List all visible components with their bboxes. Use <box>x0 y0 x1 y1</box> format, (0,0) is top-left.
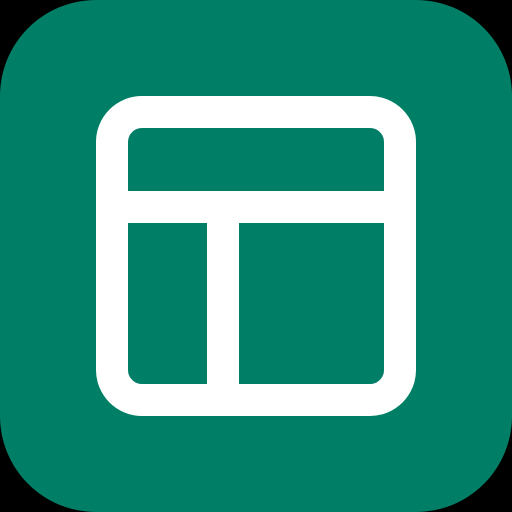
layout-dashboard-icon <box>96 96 416 416</box>
app-icon-tile[interactable] <box>0 0 512 512</box>
layout-frame <box>96 96 416 416</box>
